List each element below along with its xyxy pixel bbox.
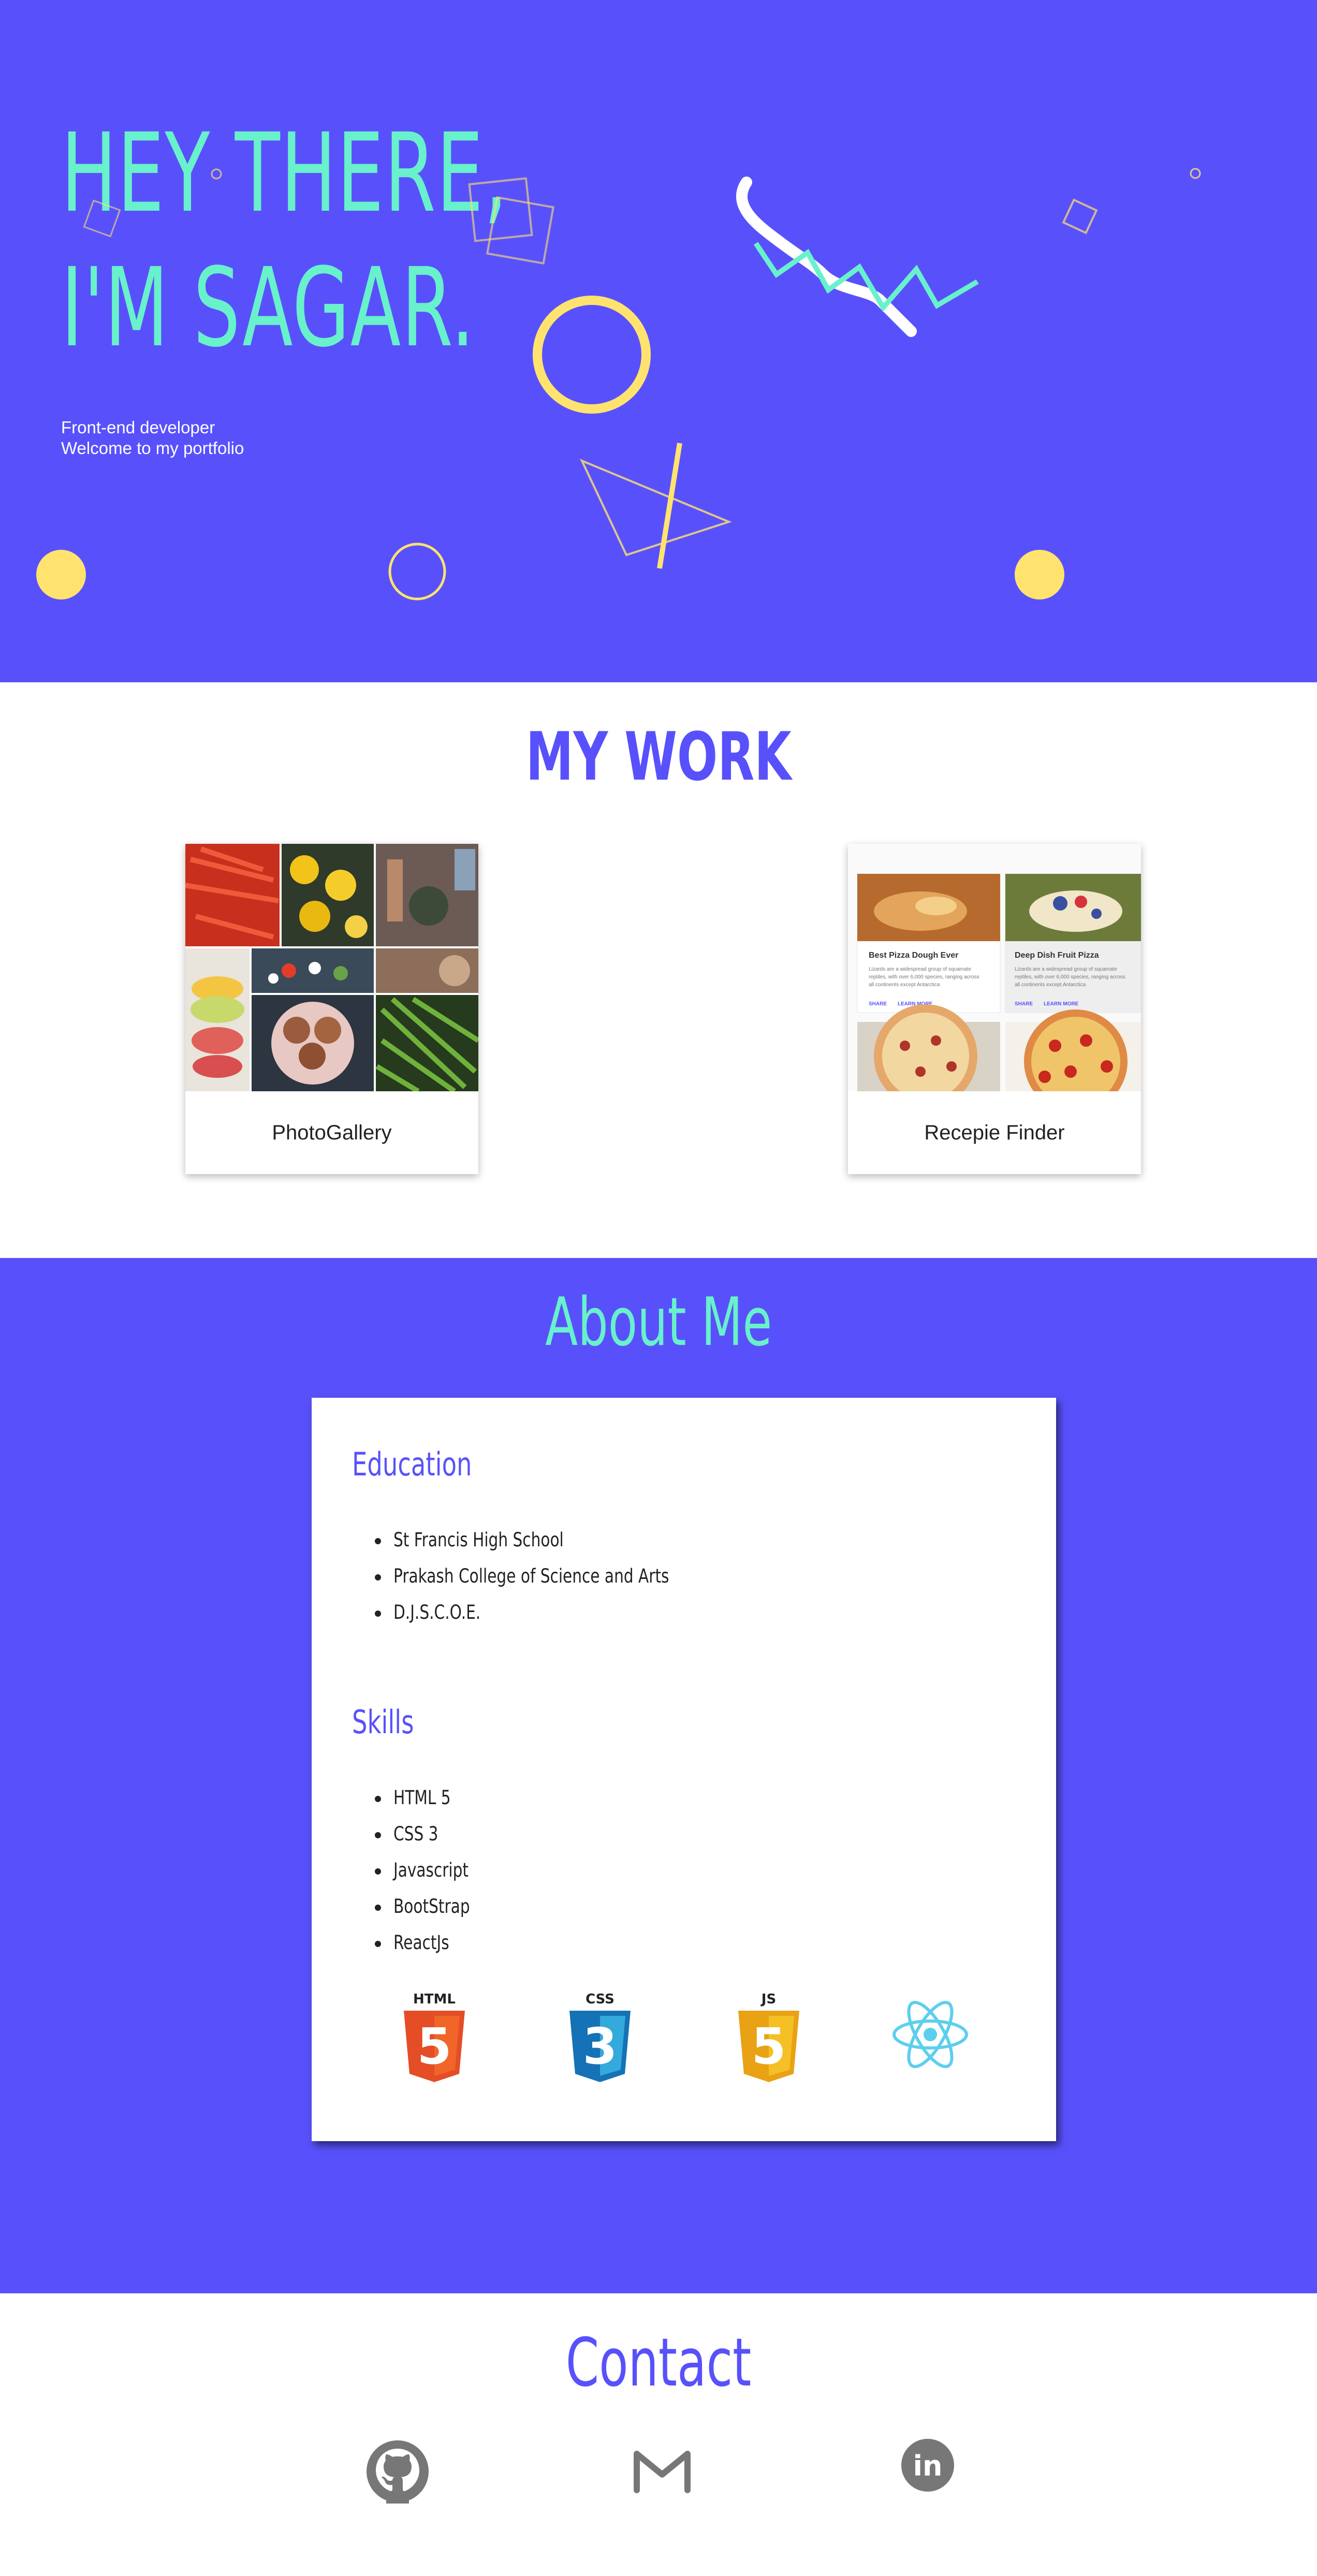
js-icon: JS 5 [738,1992,799,2082]
preview-card1-title: Best Pizza Dough Ever [869,951,958,960]
project-label-recipe-finder[interactable]: Recepie Finder [848,1091,1141,1174]
education-list: St Francis High School Prakash College o… [375,1522,738,1631]
svg-text:CSS: CSS [586,1992,614,2007]
svg-text:reptiles, with over 6,000 spec: reptiles, with over 6,000 species, rangi… [869,974,979,980]
svg-text:Lizards are a widespread group: Lizards are a widespread group of squama… [1015,967,1117,972]
about-title: About Me [545,1284,772,1361]
about-section: About Me Education St Francis High Schoo… [0,1258,1317,2293]
photo-collage-image [185,844,478,1091]
hero-section: HEY THERE, I'M SAGAR. Front-end develope… [0,0,1317,682]
deco-dot-left [36,550,86,599]
svg-text:reptiles, with over 6,000 spec: reptiles, with over 6,000 species, rangi… [1015,974,1125,980]
deco-square-right [1062,198,1098,235]
skill-item: ReactJs [375,1925,489,1961]
education-heading: Education [352,1445,472,1483]
education-item: St Francis High School [375,1522,738,1558]
svg-text:all continents except Antarcti: all continents except Antarctica [869,982,940,988]
about-card: Education St Francis High School Prakash… [312,1398,1056,2141]
project-label-photogallery[interactable]: PhotoGallery [185,1091,478,1174]
preview-card2-learn: LEARN MORE [1044,1001,1079,1007]
deco-ring-large [533,296,651,414]
skill-item: BootStrap [375,1889,489,1925]
svg-text:Lizards are a widespread group: Lizards are a widespread group of squama… [869,967,971,972]
skill-item: HTML 5 [375,1780,489,1816]
svg-text:3: 3 [583,2017,618,2075]
project-card-photogallery[interactable]: PhotoGallery [185,844,478,1174]
skills-heading: Skills [352,1703,414,1741]
skill-item: Javascript [375,1852,489,1889]
deco-ring-tiny-right [1190,168,1201,179]
preview-card1-share: SHARE [869,1001,887,1007]
recipe-finder-preview-image: Best Pizza Dough Ever Lizards are a wide… [848,844,1141,1091]
contact-title: Contact [565,2324,752,2402]
contact-section: Contact in [0,2293,1317,2576]
skill-item: CSS 3 [375,1816,489,1852]
decorative-shapes [36,168,1201,601]
linkedin-icon[interactable]: in [901,2438,955,2492]
deco-square-small [83,199,121,238]
deco-ring-tiny [211,168,222,180]
preview-card2-title: Deep Dish Fruit Pizza [1015,951,1099,960]
svg-text:5: 5 [752,2017,786,2075]
github-icon[interactable] [365,2439,430,2504]
skills-list: HTML 5 CSS 3 Javascript BootStrap ReactJ… [375,1780,489,1961]
education-item: D.J.S.C.O.E. [375,1594,738,1631]
deco-square-b [486,196,555,265]
deco-dot-right [1015,550,1064,599]
photogallery-thumbnail [185,844,478,1091]
svg-text:HTML: HTML [413,1992,456,2007]
deco-ring-bottom [388,543,446,601]
work-section: MY WORK PhotoGallery Best Pizza Dough Ev… [0,682,1317,1258]
project-card-recipe-finder[interactable]: Best Pizza Dough Ever Lizards are a wide… [848,844,1141,1174]
deco-line [657,443,682,569]
preview-card2-share: SHARE [1015,1001,1033,1007]
svg-text:5: 5 [417,2017,452,2075]
recipe-finder-thumbnail: Best Pizza Dough Ever Lizards are a wide… [848,844,1141,1091]
svg-text:all continents except Antarcti: all continents except Antarctica [1015,982,1086,988]
html5-icon: HTML 5 [404,1992,465,2082]
css3-icon: CSS 3 [569,1992,631,2082]
svg-text:in: in [913,2450,943,2482]
svg-text:JS: JS [760,1992,776,2007]
work-title: MY WORK [525,719,792,796]
gmail-icon[interactable] [634,2449,691,2493]
deco-triangle [579,459,732,557]
education-item: Prakash College of Science and Arts [375,1558,738,1594]
react-icon [892,2001,968,2068]
deco-square-a [468,177,533,242]
